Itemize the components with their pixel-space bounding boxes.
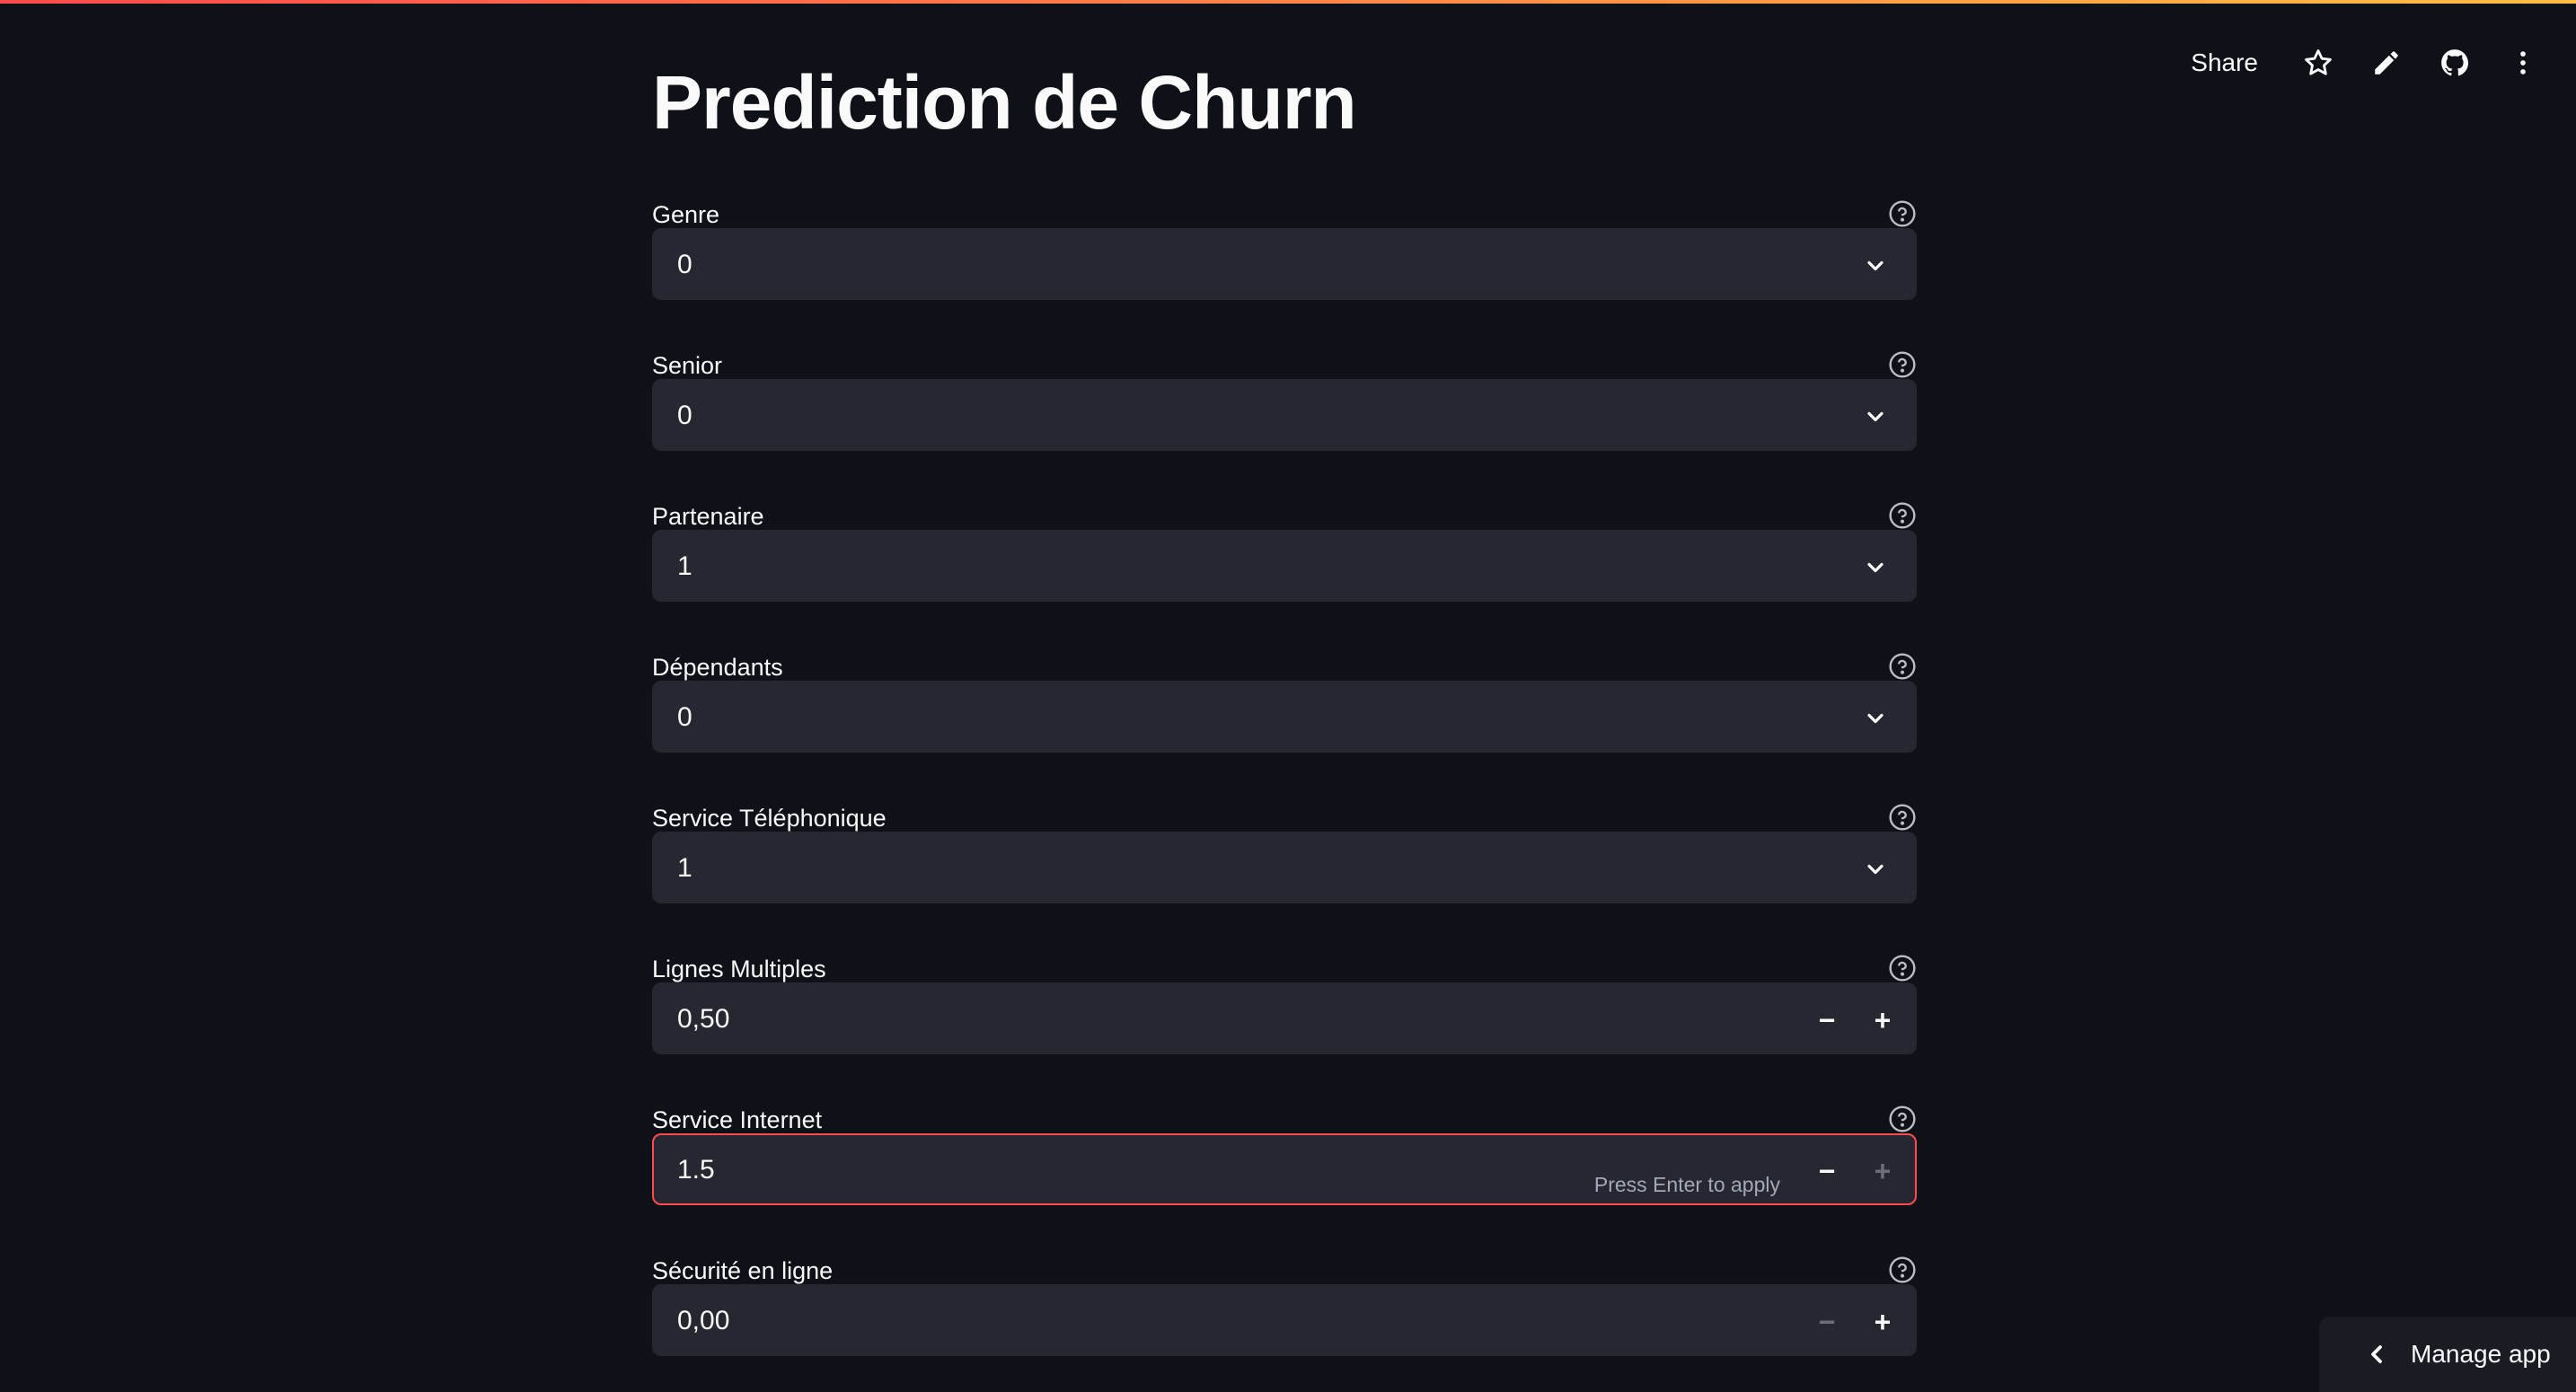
help-icon[interactable]	[1888, 1255, 1917, 1284]
help-icon[interactable]	[1888, 954, 1917, 982]
select-box[interactable]: 0	[652, 228, 1917, 300]
field-label: Service Internet	[652, 1106, 823, 1133]
field-senior: Senior 0	[652, 348, 1917, 451]
page-title: Prediction de Churn	[652, 60, 1357, 145]
more-vertical-icon[interactable]	[2506, 46, 2540, 80]
increment-button[interactable]: +	[1859, 1299, 1906, 1345]
number-input[interactable]: 0,50 − +	[652, 982, 1917, 1054]
manage-app-label: Manage app	[2411, 1340, 2551, 1368]
chevron-down-icon	[1867, 864, 1883, 875]
help-icon[interactable]	[1888, 1105, 1917, 1133]
share-button[interactable]: Share	[2182, 41, 2267, 84]
chevron-down-icon	[1867, 411, 1883, 422]
field-label: Genre	[652, 201, 720, 228]
decrement-button[interactable]: −	[1804, 1299, 1850, 1345]
select-box[interactable]: 1	[652, 832, 1917, 903]
select-value: 1	[677, 551, 693, 581]
select-value: 0	[677, 250, 693, 279]
number-value: 0,50	[677, 1004, 730, 1034]
number-value: 1.5	[677, 1155, 715, 1185]
star-icon[interactable]	[2301, 46, 2335, 80]
chevron-left-icon	[2371, 1345, 2382, 1363]
select-box[interactable]: 0	[652, 379, 1917, 451]
field-partenaire: Partenaire 1	[652, 499, 1917, 602]
select-box[interactable]: 0	[652, 681, 1917, 753]
select-value: 0	[677, 401, 693, 430]
field-lignes-multiples: Lignes Multiples 0,50 − +	[652, 952, 1917, 1054]
help-icon[interactable]	[1888, 350, 1917, 379]
pencil-icon[interactable]	[2369, 46, 2404, 80]
field-label: Lignes Multiples	[652, 956, 826, 982]
number-input[interactable]: 0,00 − +	[652, 1284, 1917, 1356]
field-securite-en-ligne: Sécurité en ligne 0,00 − +	[652, 1254, 1917, 1356]
field-service-internet: Service Internet 1.5 Press Enter to appl…	[652, 1103, 1917, 1205]
number-value: 0,00	[677, 1306, 730, 1335]
select-box[interactable]: 1	[652, 530, 1917, 602]
field-label: Senior	[652, 352, 723, 379]
field-label: Sécurité en ligne	[652, 1257, 834, 1284]
help-icon[interactable]	[1888, 803, 1917, 832]
field-label: Dépendants	[652, 654, 783, 681]
header-actions: Share	[2182, 41, 2540, 84]
decrement-button[interactable]: −	[1804, 1148, 1850, 1194]
help-icon[interactable]	[1888, 199, 1917, 228]
press-enter-hint: Press Enter to apply	[1593, 1173, 1780, 1196]
help-icon[interactable]	[1888, 501, 1917, 530]
increment-button[interactable]: +	[1859, 1148, 1906, 1194]
increment-button[interactable]: +	[1859, 997, 1906, 1044]
manage-app-button[interactable]: Manage app	[2319, 1317, 2576, 1392]
help-icon[interactable]	[1888, 652, 1917, 681]
field-service-telephonique: Service Téléphonique 1	[652, 801, 1917, 903]
field-dependants: Dépendants 0	[652, 650, 1917, 753]
select-value: 0	[677, 702, 693, 732]
decrement-button[interactable]: −	[1804, 997, 1850, 1044]
select-value: 1	[677, 853, 693, 883]
chevron-down-icon	[1867, 713, 1883, 724]
chevron-down-icon	[1867, 260, 1883, 271]
field-label: Partenaire	[652, 503, 764, 530]
field-label: Service Téléphonique	[652, 805, 887, 832]
number-input[interactable]: 1.5 Press Enter to apply − +	[652, 1133, 1917, 1205]
github-icon[interactable]	[2438, 46, 2472, 80]
chevron-down-icon	[1867, 562, 1883, 573]
field-genre: Genre 0	[652, 198, 1917, 300]
